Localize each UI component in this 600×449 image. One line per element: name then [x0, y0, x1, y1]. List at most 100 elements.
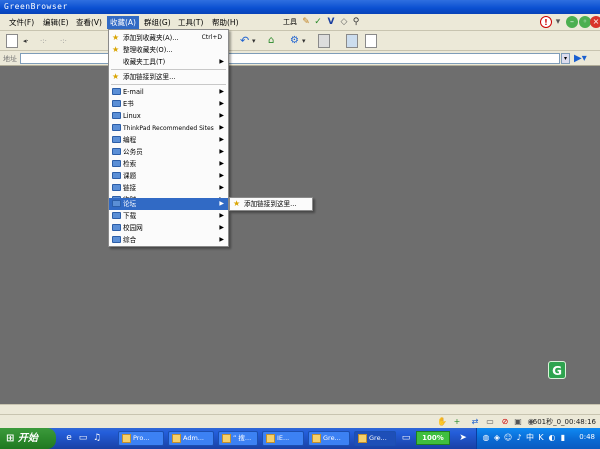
- update-icon[interactable]: ◐: [547, 433, 557, 443]
- battery-icon[interactable]: ▮: [558, 433, 568, 443]
- diamond-icon[interactable]: ◇: [339, 17, 349, 27]
- screen-icon[interactable]: [346, 34, 358, 48]
- tab-bar: [0, 404, 600, 414]
- submenu-item-add-link[interactable]: ★ 添加链接到这里...: [230, 198, 312, 210]
- menu-tools[interactable]: 工具(T): [175, 16, 206, 29]
- minimize-icon[interactable]: –: [566, 16, 578, 28]
- antivirus-icon[interactable]: K: [536, 433, 546, 443]
- settings-dropdown-icon[interactable]: ▾: [302, 34, 306, 48]
- settings-icon[interactable]: ⚙: [290, 34, 299, 48]
- undo-dropdown-icon[interactable]: ▾: [252, 34, 256, 48]
- go-arrow-icon[interactable]: ▶▾: [574, 52, 594, 65]
- task-button[interactable]: Pro...: [118, 431, 164, 446]
- menu-view[interactable]: 查看(V): [73, 16, 105, 29]
- folder-item-civil-servant[interactable]: 公务员 ▶: [109, 146, 228, 158]
- folder-icon: [112, 200, 121, 207]
- folder-icon: [172, 434, 181, 443]
- shield-icon[interactable]: ◈: [492, 433, 502, 443]
- taskbar: ⊞ 开始 e ▭ ♫ Pro... Adm... ” 搜... IE... Gr…: [0, 428, 600, 449]
- chat-icon[interactable]: ☺: [503, 433, 513, 443]
- search-window-icon: [222, 434, 231, 443]
- input-method-icon[interactable]: 中: [525, 433, 535, 443]
- folder-item-thinkpad[interactable]: ThinkPad Recommended Sites ▶: [109, 122, 228, 134]
- folder-item-programming[interactable]: 编程 ▶: [109, 134, 228, 146]
- magnifier-icon[interactable]: ⚲: [351, 17, 361, 27]
- menu-edit[interactable]: 编辑(E): [40, 16, 72, 29]
- menu-item-add-favorite[interactable]: ★ 添加到收藏夹(A)... Ctrl+D: [109, 32, 228, 44]
- popup-icon[interactable]: ▭: [485, 417, 495, 427]
- folder-item-ebook[interactable]: E书 ▶: [109, 98, 228, 110]
- task-button[interactable]: ” 搜...: [218, 431, 258, 446]
- windows-logo-icon: ⊞: [6, 433, 15, 444]
- new-page-icon[interactable]: [6, 34, 18, 48]
- pointer-icon[interactable]: ➤: [458, 433, 468, 443]
- desktop-quicklaunch-icon[interactable]: ▭: [78, 433, 88, 443]
- menu-item-favorites-tools[interactable]: 收藏夹工具(T) ▶: [109, 56, 228, 68]
- folder-item-linux[interactable]: Linux ▶: [109, 110, 228, 122]
- close-icon[interactable]: ×: [590, 16, 600, 28]
- task-button[interactable]: Adm...: [168, 431, 214, 446]
- greenbrowser-logo-icon[interactable]: G: [548, 361, 566, 379]
- folder-icon: [112, 124, 121, 131]
- folder-icon: [112, 112, 121, 119]
- menu-help[interactable]: 帮助(H): [209, 16, 242, 29]
- ie-quicklaunch-icon[interactable]: e: [64, 433, 74, 443]
- address-dropdown-icon[interactable]: ▾: [561, 53, 570, 64]
- folder-item-email[interactable]: E-mail ▶: [109, 86, 228, 98]
- folder-icon: [112, 136, 121, 143]
- check-icon[interactable]: ✓: [313, 17, 323, 27]
- folder-icon: [112, 148, 121, 155]
- info-icon[interactable]: !: [540, 16, 552, 28]
- plus-icon[interactable]: +: [452, 417, 462, 427]
- image-icon[interactable]: ▣: [513, 417, 523, 427]
- keyboard-icon[interactable]: ▭: [401, 433, 411, 443]
- clock: 0:48: [579, 433, 595, 441]
- volume-icon[interactable]: ♪: [514, 433, 524, 443]
- folder-item-topic[interactable]: 课题 ▶: [109, 170, 228, 182]
- notes-icon[interactable]: [365, 34, 377, 48]
- page-content-area[interactable]: [0, 66, 600, 404]
- status-bar: ✋ + ⇄ ▭ ⊘ ▣ ◉ 601秒_0_00:48:16: [0, 414, 600, 428]
- start-button[interactable]: ⊞ 开始: [0, 428, 56, 449]
- media-quicklaunch-icon[interactable]: ♫: [92, 433, 102, 443]
- folder-item-links[interactable]: 链接 ▶: [109, 182, 228, 194]
- thumb-icon[interactable]: ✋: [437, 417, 447, 427]
- forward-icon[interactable]: ·:·: [40, 34, 47, 48]
- network-icon[interactable]: ◍: [481, 433, 491, 443]
- menu-file[interactable]: 文件(F): [6, 16, 37, 29]
- folder-icon: [122, 434, 131, 443]
- home-icon[interactable]: ⌂: [268, 34, 274, 48]
- dropdown-icon[interactable]: ▾: [553, 17, 563, 27]
- zoom-indicator[interactable]: 100%: [416, 431, 450, 445]
- task-button[interactable]: IE...: [262, 431, 304, 446]
- address-bar: 地址 ▾ ▶▾: [0, 51, 600, 66]
- menu-item-organize-favorites[interactable]: ★ 整理收藏夹(O)...: [109, 44, 228, 56]
- folder-item-search[interactable]: 检索 ▶: [109, 158, 228, 170]
- submenu-arrow-icon: ▶: [219, 148, 224, 155]
- folder-item-campus-net[interactable]: 校园网 ▶: [109, 222, 228, 234]
- feather-icon[interactable]: ✎: [301, 17, 311, 27]
- address-input[interactable]: [20, 53, 560, 64]
- proxy-icon[interactable]: ⇄: [470, 417, 480, 427]
- window-title-bar[interactable]: GreenBrowser: [0, 0, 600, 14]
- back-icon[interactable]: ◂·: [23, 34, 29, 48]
- task-button-active[interactable]: Gre...: [354, 431, 396, 446]
- submenu-arrow-icon: ▶: [219, 212, 224, 219]
- undo-icon[interactable]: ↶: [240, 34, 249, 48]
- task-button[interactable]: Gre...: [308, 431, 350, 446]
- block-icon[interactable]: ⊘: [500, 417, 510, 427]
- folder-item-general[interactable]: 综合 ▶: [109, 234, 228, 246]
- folder-item-forum[interactable]: 论坛 ▶: [109, 198, 228, 210]
- star-add-icon: ★: [112, 72, 120, 81]
- refresh-icon[interactable]: ·:·: [60, 34, 67, 48]
- browser-window-icon: [312, 434, 321, 443]
- save-icon[interactable]: [318, 34, 330, 48]
- folder-icon: [112, 236, 121, 243]
- folder-item-download[interactable]: 下载 ▶: [109, 210, 228, 222]
- submenu-arrow-icon: ▶: [219, 100, 224, 107]
- menu-groups[interactable]: 群组(G): [141, 16, 174, 29]
- menu-favorites[interactable]: 收藏(A): [107, 16, 139, 29]
- v-icon[interactable]: V: [326, 17, 336, 27]
- menu-item-add-link[interactable]: ★ 添加链接到这里...: [109, 71, 228, 83]
- menu-separator: [111, 84, 226, 85]
